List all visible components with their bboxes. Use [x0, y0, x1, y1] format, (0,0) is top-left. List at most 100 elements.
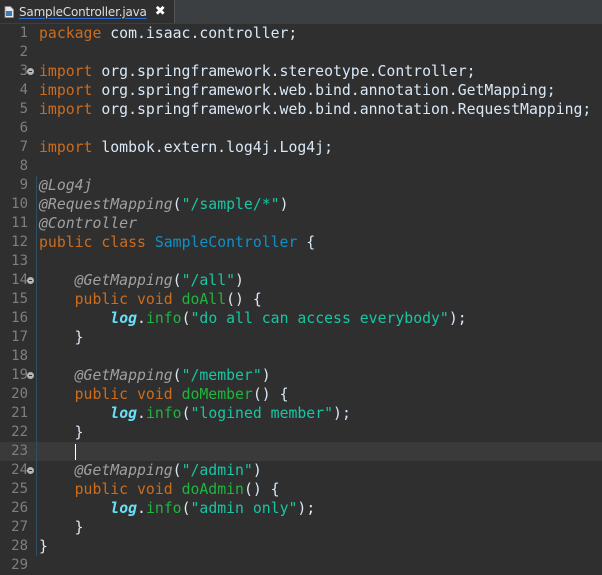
line-number: 24	[0, 461, 28, 480]
code-token: void	[137, 481, 173, 498]
code-token: @Log4j	[39, 177, 93, 194]
code-text: @GetMapping("/all")	[39, 271, 244, 290]
scope-indicator	[36, 290, 37, 309]
code-token: log	[110, 405, 138, 422]
code-line[interactable]: 24 @GetMapping("/admin")	[0, 461, 602, 480]
java-file-icon	[4, 5, 14, 18]
code-line[interactable]: 23	[0, 442, 602, 461]
line-number: 18	[0, 347, 28, 366]
line-number: 23	[0, 442, 28, 461]
code-text: @RequestMapping("/sample/*")	[39, 195, 288, 214]
fold-collapse-icon[interactable]	[27, 467, 34, 474]
close-icon[interactable]: ✖	[155, 5, 166, 18]
code-token: (	[181, 405, 191, 422]
line-number-text: 15	[11, 291, 28, 307]
code-token: import	[39, 63, 93, 80]
code-line[interactable]: 21 log.info("logined member");	[0, 404, 602, 423]
code-token: class	[101, 234, 146, 251]
code-line[interactable]: 28}	[0, 537, 602, 556]
code-line[interactable]: 29	[0, 556, 602, 575]
code-token: "/member"	[181, 367, 262, 384]
code-line[interactable]: 7 import lombok.extern.log4j.Log4j;	[0, 138, 602, 157]
fold-collapse-icon[interactable]	[27, 277, 34, 284]
code-text: @GetMapping("/admin")	[39, 461, 262, 480]
line-number: 5	[0, 100, 28, 119]
code-token: .	[137, 405, 146, 422]
code-line[interactable]: 16 log.info("do all can access everybody…	[0, 309, 602, 328]
code-line[interactable]: 6	[0, 119, 602, 138]
line-number: 17	[0, 328, 28, 347]
fold-collapse-icon[interactable]	[27, 372, 34, 379]
code-text: @Controller	[39, 214, 137, 233]
code-line[interactable]: 27 }	[0, 518, 602, 537]
code-line[interactable]: 4 import org.springframework.web.bind.ann…	[0, 81, 602, 100]
line-number-text: 9	[19, 177, 28, 193]
line-number: 12	[0, 233, 28, 252]
code-line[interactable]: 25 public void doAdmin() {	[0, 480, 602, 499]
line-number-text: 18	[11, 348, 28, 364]
code-token: }	[39, 538, 48, 555]
code-token: (	[172, 196, 182, 213]
code-token: org.springframework.stereotype.Controlle…	[92, 63, 476, 80]
line-number: 28	[0, 537, 28, 556]
code-line[interactable]: 13	[0, 252, 602, 271]
line-number-text: 20	[11, 386, 28, 402]
code-line[interactable]: 22 }	[0, 423, 602, 442]
editor-tab-samplecontroller[interactable]: SampleController.java ✖	[0, 0, 175, 23]
code-line[interactable]: 18	[0, 347, 602, 366]
code-line[interactable]: 17 }	[0, 328, 602, 347]
scope-indicator	[36, 404, 37, 423]
line-number-text: 13	[11, 253, 28, 269]
scope-indicator	[36, 518, 37, 537]
scope-indicator	[36, 233, 37, 252]
code-line[interactable]: 5 import org.springframework.web.bind.ann…	[0, 100, 602, 119]
fold-collapse-icon[interactable]	[27, 68, 34, 75]
line-number-text: 11	[11, 215, 28, 231]
code-text: }	[39, 328, 84, 347]
line-number-text: 26	[11, 500, 28, 516]
code-text: @GetMapping("/member")	[39, 366, 271, 385]
code-line[interactable]: 9 @Log4j	[0, 176, 602, 195]
line-number: 7	[0, 138, 28, 157]
scope-indicator	[36, 442, 37, 461]
text-cursor	[74, 444, 76, 460]
code-line[interactable]: 12 public class SampleController {	[0, 233, 602, 252]
code-token: () {	[243, 481, 280, 498]
scope-indicator	[36, 347, 37, 366]
code-line[interactable]: 10 @RequestMapping("/sample/*")	[0, 195, 602, 214]
code-token: .	[137, 500, 146, 517]
code-editor-window: SampleController.java ✖ 1 package com.isa…	[0, 0, 602, 573]
line-number-text: 5	[19, 101, 28, 117]
code-line[interactable]: 8	[0, 157, 602, 176]
line-number: 9	[0, 176, 28, 195]
code-line[interactable]: 26 log.info("admin only");	[0, 499, 602, 518]
code-line[interactable]: 19 @GetMapping("/member")	[0, 366, 602, 385]
code-line[interactable]: 14 @GetMapping("/all")	[0, 271, 602, 290]
code-line[interactable]: 15 public void doAll() {	[0, 290, 602, 309]
line-number-text: 23	[11, 443, 28, 459]
code-line[interactable]: 1 package com.isaac.controller;	[0, 24, 602, 43]
code-token: import	[39, 101, 93, 118]
code-editor[interactable]: 1 package com.isaac.controller; 2 3 import o…	[0, 24, 602, 573]
code-token: doAll	[181, 291, 227, 308]
code-line[interactable]: 2	[0, 43, 602, 62]
code-line[interactable]: 20 public void doMember() {	[0, 385, 602, 404]
code-token: public	[74, 481, 129, 498]
code-token: public	[39, 234, 93, 251]
scope-indicator	[36, 214, 37, 233]
code-line[interactable]: 3 import org.springframework.stereotype.C…	[0, 62, 602, 81]
editor-tab-bar: SampleController.java ✖	[0, 0, 602, 25]
scope-indicator	[36, 537, 37, 556]
code-token: )	[235, 272, 244, 289]
code-token: void	[137, 291, 173, 308]
line-number-text: 8	[19, 158, 28, 174]
code-line[interactable]: 11 @Controller	[0, 214, 602, 233]
line-number: 1	[0, 24, 28, 43]
code-token: .	[137, 310, 146, 327]
code-text: import org.springframework.web.bind.anno…	[39, 81, 556, 100]
